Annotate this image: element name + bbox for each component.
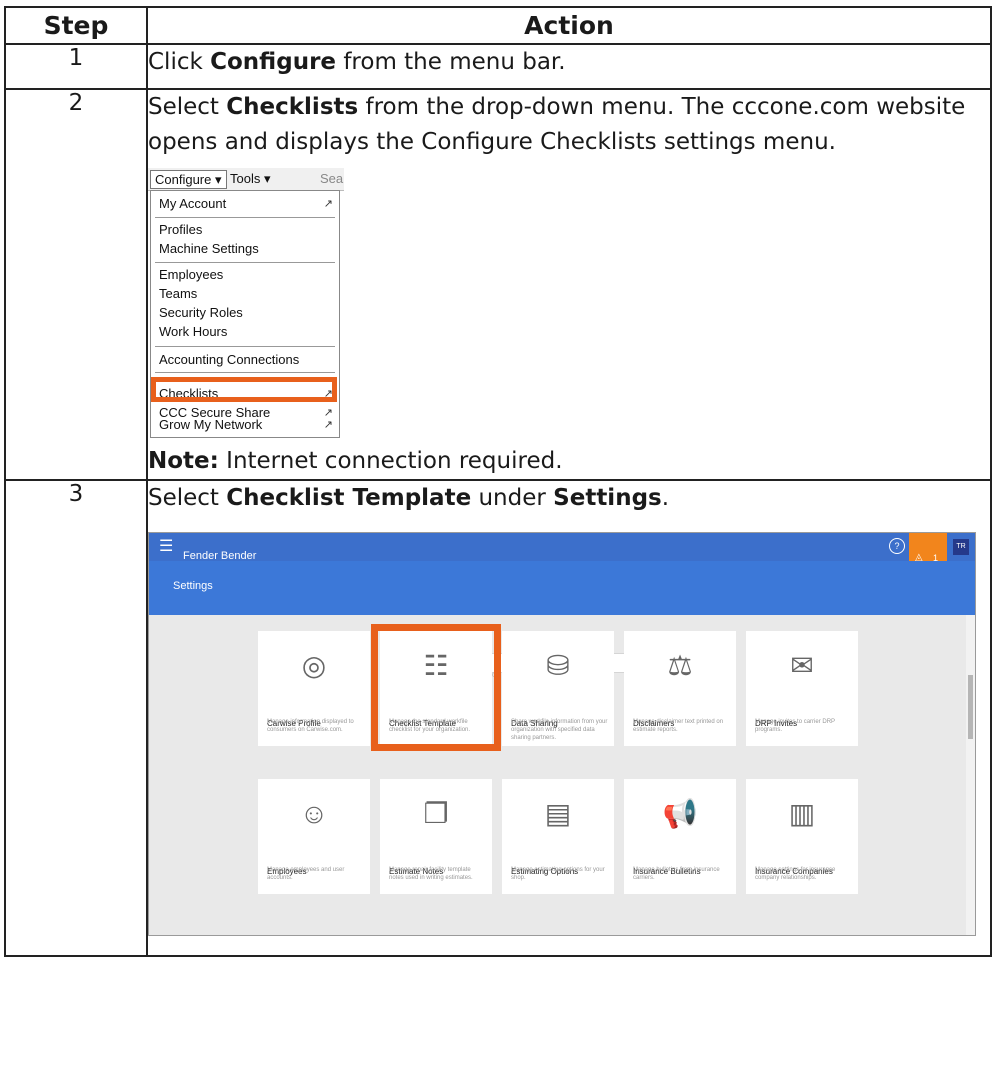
settings-tile[interactable]: ⚖ Disclaimers Manage disclaimer text print… xyxy=(624,631,736,746)
external-link-icon: ↗ xyxy=(323,198,333,210)
step3-text: Select Checklist Template under Settings… xyxy=(148,481,990,516)
notes-icon: ❐ xyxy=(423,798,449,829)
step-action: Select Checklist Template under Settings… xyxy=(146,479,992,957)
scrollbar-thumb[interactable] xyxy=(968,675,973,739)
settings-tile[interactable]: ◎ Carwise Profile Manage information displ… xyxy=(258,631,370,746)
step-number: 1 xyxy=(4,43,148,90)
step-number: 2 xyxy=(4,88,148,481)
external-link-icon: ↗ xyxy=(323,419,333,431)
tile-description: Manage bulletins from insurance carriers… xyxy=(633,867,720,881)
step-action: Select Checklists from the drop-down men… xyxy=(146,88,992,481)
megaphone-icon: 📢 xyxy=(662,798,698,829)
hamburger-menu-icon[interactable]: ☰ xyxy=(159,539,173,555)
step3-pre: Select xyxy=(148,485,227,511)
menu-separator xyxy=(155,346,335,347)
note: Note: Internet connection required. xyxy=(148,444,990,479)
note-label: Note: xyxy=(148,448,219,474)
tile-description: Manage information displayed to consumer… xyxy=(267,719,354,733)
settings-tile[interactable]: ⛁ Data Sharing Share workfile information … xyxy=(502,631,614,746)
settings-screenshot: ☰ Fender Bender ? ◬ 1 TR Settings Search… xyxy=(148,532,976,936)
tile-description: Manage repair facility template notes us… xyxy=(389,867,473,881)
help-icon[interactable]: ? xyxy=(889,538,905,554)
menu-item-accounting-connections[interactable]: Accounting Connections xyxy=(159,351,299,369)
tile-description: Manage disclaimer text printed on estima… xyxy=(633,719,724,733)
settings-tile[interactable]: 📢 Insurance Bulletins Manage bulletins fro… xyxy=(624,779,736,894)
envelope-icon: ✉ xyxy=(790,650,814,681)
settings-tile[interactable]: ✉ DRP Invites Manage invites to carrier DR… xyxy=(746,631,858,746)
step1-bold: Configure xyxy=(210,49,337,75)
scales-icon: ⚖ xyxy=(667,650,693,681)
clipboard-icon: ▤ xyxy=(544,798,572,829)
step3-mid: under xyxy=(471,485,554,511)
note-text: Internet connection required. xyxy=(218,448,563,474)
menu-separator xyxy=(155,217,335,218)
step3-post: . xyxy=(661,485,670,511)
step-header: Step xyxy=(4,6,148,45)
people-icon: ☺ xyxy=(299,798,329,829)
tile-description: Share workfile information from your org… xyxy=(511,719,608,741)
step2-pre: Select xyxy=(148,94,227,120)
menu-item-my-account[interactable]: My Account xyxy=(159,195,226,213)
step2-text: Select Checklists from the drop-down men… xyxy=(148,90,990,160)
checklists-highlight xyxy=(151,377,337,402)
menu-separator xyxy=(155,372,335,373)
menu-item-machine-settings[interactable]: Machine Settings xyxy=(159,240,259,258)
settings-tile[interactable]: ▥ Insurance Companies Manage settings for … xyxy=(746,779,858,894)
database-share-icon: ⛁ xyxy=(546,650,570,681)
scrollbar[interactable] xyxy=(966,615,975,935)
search-stub: Sea xyxy=(320,171,344,186)
step3-bold1: Checklist Template xyxy=(226,485,472,511)
step-action: Click Configure from the menu bar. xyxy=(146,43,992,90)
settings-tile[interactable]: ▤ Estimating Options Manage estimating opt… xyxy=(502,779,614,894)
settings-tile[interactable]: ☺ Employees Manage employees and user acco… xyxy=(258,779,370,894)
avatar[interactable]: TR xyxy=(953,539,969,555)
menu-item-work-hours[interactable]: Work Hours xyxy=(159,323,227,341)
step2-bold: Checklists xyxy=(226,94,359,120)
tile-description: Manage settings for insurance company re… xyxy=(755,867,836,881)
step-number: 3 xyxy=(4,479,148,957)
action-header: Action xyxy=(146,6,992,45)
configure-menu[interactable]: Configure ▾ xyxy=(150,170,227,189)
page-title: Settings xyxy=(173,580,213,592)
settings-tile[interactable]: ❐ Estimate Notes Manage repair facility te… xyxy=(380,779,492,894)
step3-bold2: Settings xyxy=(553,485,662,511)
configure-dropdown: My Account ↗ Profiles Machine Settings E… xyxy=(150,190,340,438)
tile-description: Manage invites to carrier DRP programs. xyxy=(755,719,835,733)
menu-item-grow-my-network[interactable]: Grow My Network xyxy=(159,416,262,434)
menu-item-employees[interactable]: Employees xyxy=(159,266,223,284)
menu-separator xyxy=(155,262,335,263)
step1-pre: Click xyxy=(148,49,211,75)
page-header: Settings xyxy=(149,561,975,615)
menu-item-security-roles[interactable]: Security Roles xyxy=(159,304,243,322)
checklist-template-highlight xyxy=(371,624,501,751)
carwise-icon: ◎ xyxy=(301,650,327,681)
configure-menu-screenshot: Configure ▾ Tools ▾ Sea My Account ↗ Pro… xyxy=(148,168,344,438)
step1-post: from the menu bar. xyxy=(336,49,566,75)
tile-description: Manage estimating options for your shop. xyxy=(511,867,605,881)
menu-item-profiles[interactable]: Profiles xyxy=(159,221,202,239)
tile-description: Manage employees and user accounts. xyxy=(267,867,345,881)
procedure-table: Step Action 1 Click Configure from the m… xyxy=(4,6,992,957)
menu-item-teams[interactable]: Teams xyxy=(159,285,197,303)
building-icon: ▥ xyxy=(788,798,816,829)
tools-menu[interactable]: Tools ▾ xyxy=(226,170,275,187)
notification-button[interactable]: ◬ 1 xyxy=(909,533,947,563)
app-header: ☰ Fender Bender ? ◬ 1 TR xyxy=(149,533,975,563)
menu-bar: Configure ▾ Tools ▾ Sea xyxy=(148,168,344,191)
